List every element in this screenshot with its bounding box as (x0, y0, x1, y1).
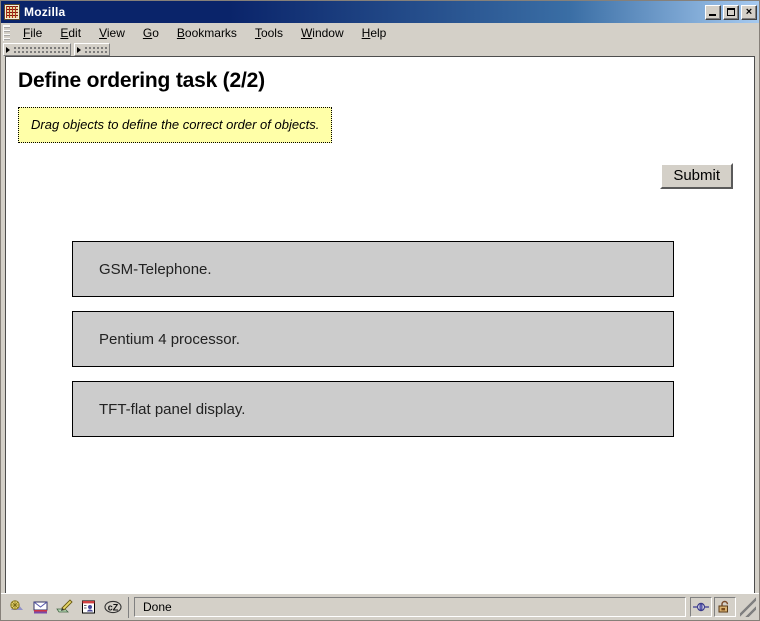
expand-arrow-icon (6, 46, 10, 53)
expand-arrow-icon (77, 46, 81, 53)
window-title: Mozilla (24, 5, 66, 19)
menu-bar: File Edit View Go Bookmarks Tools Window… (1, 23, 759, 43)
component-bar: cZ (4, 596, 129, 618)
menu-item-help-label: elp (370, 25, 387, 40)
menu-item-go-label: o (152, 25, 159, 40)
chatzilla-icon[interactable]: cZ (104, 598, 122, 616)
navigation-toolbar-gripper[interactable] (3, 43, 71, 56)
composer-icon[interactable] (56, 598, 74, 616)
title-bar: Mozilla × (1, 1, 759, 23)
menu-item-edit-label: dit (68, 25, 82, 40)
status-bar: cZ Done (1, 593, 759, 620)
instruction-box: Drag objects to define the correct order… (18, 107, 333, 143)
menubar-gripper[interactable] (3, 24, 10, 41)
page-title: Define ordering task (2/2) (18, 69, 265, 92)
menu-item-window-label: indow (312, 25, 344, 40)
content-frame: Define ordering task (2/2) Drag objects … (5, 56, 755, 593)
mozilla-icon (4, 4, 20, 20)
status-indicators (690, 597, 756, 617)
menu-item-tools[interactable]: Tools (246, 24, 292, 42)
menu-item-view[interactable]: View (90, 24, 134, 42)
browser-window: Mozilla × File Edit View Go Bookmarks To… (0, 0, 760, 621)
menu-item-file[interactable]: File (14, 24, 51, 42)
menu-item-bookmarks[interactable]: Bookmarks (168, 24, 246, 42)
submit-button[interactable]: Submit (660, 163, 733, 189)
window-controls: × (705, 4, 757, 20)
address-book-icon[interactable] (80, 598, 98, 616)
maximize-button[interactable] (723, 4, 739, 20)
close-button[interactable]: × (741, 4, 757, 20)
mail-icon[interactable] (32, 598, 50, 616)
personal-toolbar-gripper[interactable] (74, 43, 110, 56)
list-item[interactable]: TFT-flat panel display. (72, 381, 674, 437)
unlocked-padlock-icon[interactable] (714, 597, 736, 617)
page-content: Define ordering task (2/2) Drag objects … (6, 57, 754, 593)
menu-item-bookmarks-label: ookmarks (184, 25, 237, 40)
menu-item-file-label: ile (30, 25, 43, 40)
minimize-button[interactable] (705, 4, 721, 20)
menu-item-edit[interactable]: Edit (51, 24, 90, 42)
submit-row: Submit (16, 163, 733, 189)
ordering-list: GSM-Telephone. Pentium 4 processor. TFT-… (72, 241, 674, 437)
browser-icon[interactable] (8, 598, 26, 616)
menu-item-tools-label: ools (260, 25, 283, 40)
collapsed-toolbars (1, 43, 759, 56)
menu-item-view-label: iew (106, 25, 125, 40)
resize-grip[interactable] (740, 597, 756, 617)
menu-item-window[interactable]: Window (292, 24, 353, 42)
status-text: Done (134, 597, 686, 617)
menu-item-go[interactable]: Go (134, 24, 168, 42)
connection-icon[interactable] (690, 597, 712, 617)
menu-item-help[interactable]: Help (353, 24, 396, 42)
svg-text:cZ: cZ (108, 602, 119, 612)
close-icon: × (745, 5, 753, 18)
list-item[interactable]: GSM-Telephone. (72, 241, 674, 297)
list-item[interactable]: Pentium 4 processor. (72, 311, 674, 367)
